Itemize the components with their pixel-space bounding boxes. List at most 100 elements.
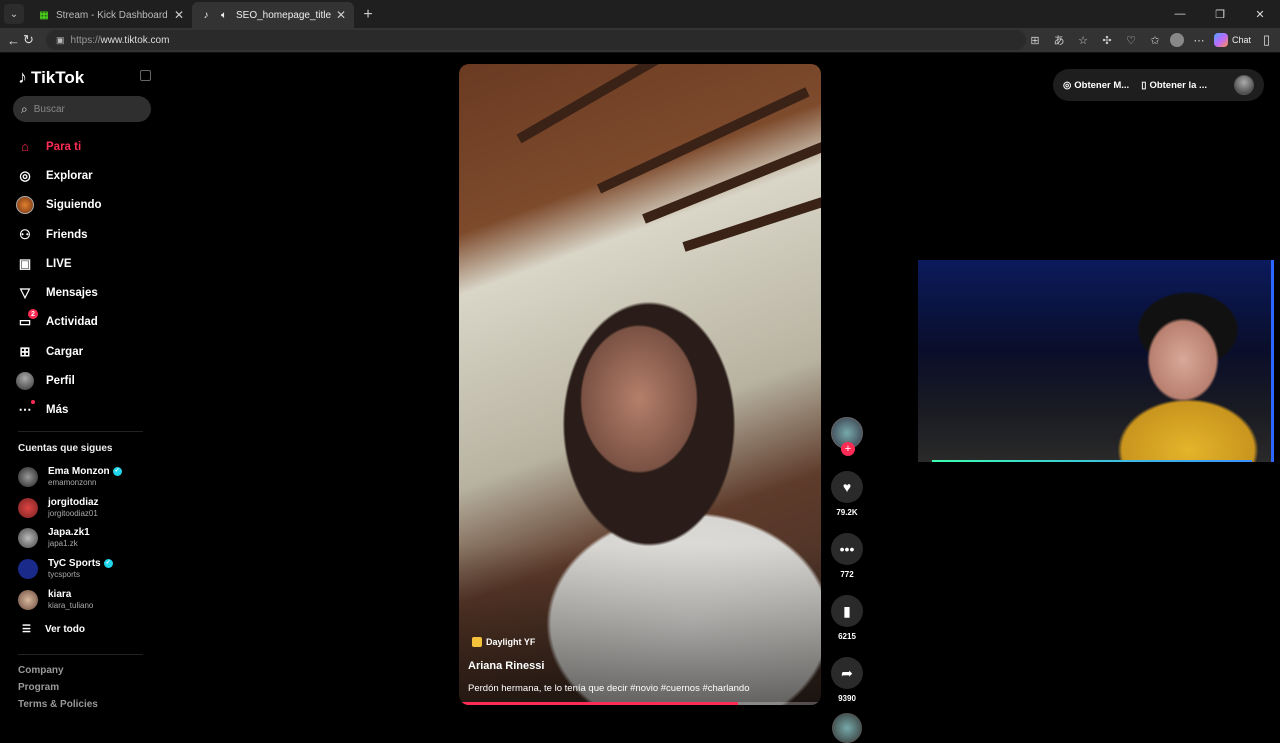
upload-icon: ⊞ <box>19 343 31 359</box>
nav-label: Mensajes <box>46 287 98 300</box>
collapse-sidebar-icon[interactable] <box>140 70 151 81</box>
nav-label: Explorar <box>46 169 93 182</box>
performance-icon[interactable]: ♡ <box>1122 31 1140 49</box>
creator-avatar[interactable]: + <box>831 417 863 456</box>
comment-action[interactable]: ••• 772 <box>831 533 863 579</box>
more-icon: ⋯ <box>16 400 35 419</box>
nav-item-cargar[interactable]: ⊞ Cargar <box>16 337 156 366</box>
account-name: jorgitodiaz <box>48 496 99 508</box>
nav-label: Siguiendo <box>46 199 102 212</box>
divider <box>18 431 143 432</box>
friends-icon: ⚇ <box>19 226 31 242</box>
profile-avatar-icon[interactable] <box>1170 33 1184 47</box>
save-action[interactable]: ▮ 6215 <box>831 595 863 641</box>
translate-icon[interactable]: あ <box>1050 31 1068 49</box>
url-protocol: https:// <box>70 34 101 46</box>
favorites-icon[interactable]: ✩ <box>1146 31 1164 49</box>
sidebar: ♪ TikTok ⌕ Buscar ⌂ Para ti ◎ Explorar S… <box>0 54 160 720</box>
nav-item-explorar[interactable]: ◎ Explorar <box>16 161 156 190</box>
more-icon[interactable]: ⋯ <box>1190 31 1208 49</box>
reload-button[interactable]: ↻ <box>21 30 36 50</box>
action-rail: + ♥ 79.2K ••• 772 ▮ 6215 ➦ 9390 <box>831 417 863 743</box>
comment-count: 772 <box>840 570 854 579</box>
like-action[interactable]: ♥ 79.2K <box>831 471 863 517</box>
copilot-chat-button[interactable]: Chat <box>1214 33 1251 47</box>
logo-text: TikTok <box>31 67 85 87</box>
nav-label: Friends <box>46 228 88 241</box>
verified-icon: ✓ <box>103 559 113 569</box>
nav-label: Perfil <box>46 375 75 388</box>
music-disc-avatar[interactable] <box>832 713 862 743</box>
see-all-label: Ver todo <box>44 624 85 635</box>
get-app-button[interactable]: ▯ Obtener la ... <box>1141 80 1207 91</box>
nav-item-para-ti[interactable]: ⌂ Para ti <box>16 132 156 161</box>
avatar <box>18 497 38 518</box>
get-coins-button[interactable]: ◎ Obtener M... <box>1063 80 1129 91</box>
tab-title: Stream - Kick Dashboard <box>56 9 168 21</box>
video-progress-bar[interactable] <box>459 702 821 705</box>
profile-avatar[interactable] <box>1234 75 1254 95</box>
see-all-button[interactable]: ☰ Ver todo <box>22 624 85 635</box>
nav-item-actividad[interactable]: ▭ 2 Actividad <box>16 308 156 337</box>
bookmark-icon[interactable]: ▮ <box>831 595 863 627</box>
comment-icon[interactable]: ••• <box>831 533 863 565</box>
footer-link-company[interactable]: Company <box>18 665 98 676</box>
close-icon[interactable]: ✕ <box>336 8 346 22</box>
share-action[interactable]: ➦ 9390 <box>831 657 863 703</box>
app-available-icon[interactable]: ⊞ <box>1026 31 1044 49</box>
follow-plus-icon[interactable]: + <box>841 442 855 456</box>
heart-icon[interactable]: ♥ <box>831 471 863 503</box>
account-name: Ema Monzon <box>48 466 110 478</box>
messages-icon: ▽ <box>20 285 30 301</box>
nav-label: Actividad <box>46 316 98 329</box>
window-controls: — ❐ ✕ <box>1160 0 1280 28</box>
close-window-button[interactable]: ✕ <box>1240 0 1280 28</box>
speaker-icon[interactable]: 🔈︎ <box>218 9 230 21</box>
nav-item-friends[interactable]: ⚇ Friends <box>16 220 156 249</box>
browser-tab-kick[interactable]: ▦ Stream - Kick Dashboard ✕ <box>30 2 192 28</box>
nav-item-perfil[interactable]: Perfil <box>16 366 156 395</box>
close-icon[interactable]: ✕ <box>174 8 184 22</box>
nav-label: LIVE <box>46 257 72 270</box>
nav-item-mensajes[interactable]: ▽ Mensajes <box>16 278 156 307</box>
list-item[interactable]: kiara kiara_tuliano <box>18 584 158 615</box>
nav-item-siguiendo[interactable]: Siguiendo <box>16 191 156 220</box>
nav-label: Más <box>46 404 69 417</box>
new-tab-button[interactable]: + <box>354 2 382 28</box>
url-host: www.tiktok.com <box>100 34 170 46</box>
sound-label[interactable]: Daylight YF <box>472 637 535 647</box>
list-item[interactable]: Ema Monzon ✓ emamonzonn <box>18 462 158 493</box>
video-player[interactable]: Daylight YF Ariana Rinessi Perdón herman… <box>459 64 821 705</box>
search-input[interactable]: ⌕ Buscar <box>13 96 151 122</box>
list-item[interactable]: TyC Sports ✓ tycsports <box>18 554 158 585</box>
url-field[interactable]: ▣ https:// www.tiktok.com <box>46 30 1026 50</box>
list-item[interactable]: jorgitodiaz jorgitoodiaz01 <box>18 493 158 524</box>
minimize-button[interactable]: — <box>1160 0 1200 28</box>
maximize-button[interactable]: ❐ <box>1200 0 1240 28</box>
footer-links: Company Program Terms & Policies <box>18 665 98 710</box>
divider <box>18 654 143 655</box>
nav-item-mas[interactable]: ⋯ Más <box>16 396 156 425</box>
list-icon: ☰ <box>22 624 31 635</box>
list-item[interactable]: Japa.zk1 japa1.zk <box>18 523 158 554</box>
top-actions-bar: ◎ Obtener M... ▯ Obtener la ... <box>1053 69 1264 101</box>
nav-item-live[interactable]: ▣ LIVE <box>16 249 156 278</box>
footer-link-terms[interactable]: Terms & Policies <box>18 699 98 710</box>
back-button[interactable]: ← <box>6 30 21 50</box>
favorite-star-icon[interactable]: ☆ <box>1074 31 1092 49</box>
extensions-icon[interactable]: ✣ <box>1098 31 1116 49</box>
tiktok-logo[interactable]: ♪ TikTok <box>18 67 84 88</box>
avatar <box>18 589 38 610</box>
live-icon: ▣ <box>18 255 32 271</box>
tab-title: SEO_homepage_title <box>236 9 332 21</box>
led-strip <box>932 460 1252 462</box>
like-count: 79.2K <box>836 508 858 517</box>
site-info-icon[interactable]: ▣ <box>56 35 65 46</box>
browser-tab-tiktok[interactable]: ♪ 🔈︎ SEO_homepage_title ✕ <box>192 2 354 28</box>
tab-actions-menu-button[interactable]: ⌄ <box>4 4 24 24</box>
footer-link-program[interactable]: Program <box>18 682 98 693</box>
video-author[interactable]: Ariana Rinessi <box>468 660 544 672</box>
share-icon[interactable]: ➦ <box>831 657 863 689</box>
sidebar-toggle-icon[interactable]: ▯ <box>1259 30 1274 50</box>
account-name: Japa.zk1 <box>48 527 90 539</box>
